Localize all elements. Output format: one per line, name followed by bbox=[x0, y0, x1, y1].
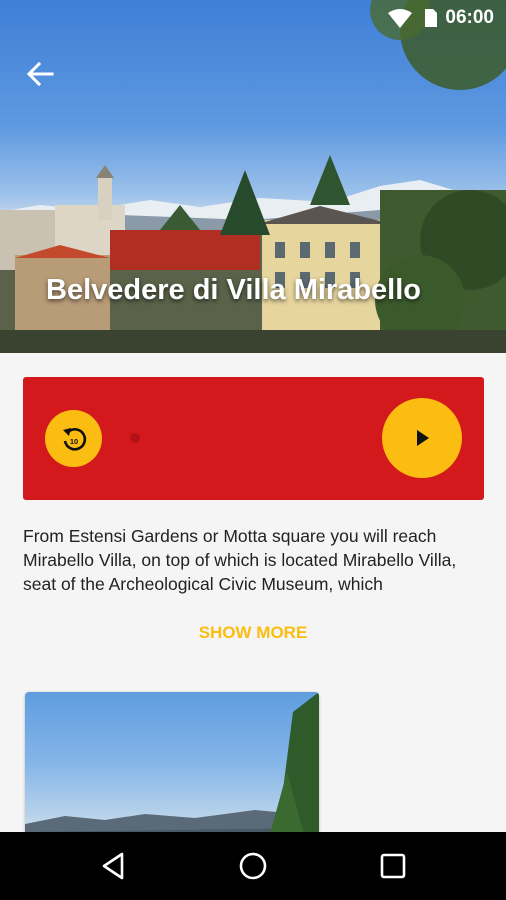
sim-card-icon bbox=[425, 9, 437, 27]
status-bar: 06:00 bbox=[0, 0, 506, 36]
card-scene bbox=[25, 692, 319, 852]
home-nav-icon[interactable] bbox=[236, 849, 270, 883]
rewind-seconds-label: 10 bbox=[69, 437, 77, 446]
back-nav-icon[interactable] bbox=[97, 849, 131, 883]
play-button[interactable] bbox=[382, 398, 462, 478]
description-text: From Estensi Gardens or Motta square you… bbox=[23, 526, 457, 594]
status-time: 06:00 bbox=[445, 7, 494, 28]
play-icon bbox=[417, 430, 429, 446]
progress-indicator[interactable] bbox=[130, 433, 140, 443]
audio-player: 10 bbox=[23, 377, 484, 500]
wifi-icon bbox=[388, 9, 412, 28]
gallery-image-card[interactable] bbox=[25, 692, 319, 852]
recents-nav-icon[interactable] bbox=[376, 849, 410, 883]
navigation-bar bbox=[0, 832, 506, 900]
back-arrow-icon[interactable] bbox=[24, 58, 56, 90]
page-title: Belvedere di Villa Mirabello bbox=[46, 274, 422, 306]
show-more-button[interactable]: SHOW MORE bbox=[0, 623, 506, 643]
rewind-button[interactable]: 10 bbox=[45, 410, 102, 467]
replay-10-icon: 10 bbox=[62, 427, 86, 451]
